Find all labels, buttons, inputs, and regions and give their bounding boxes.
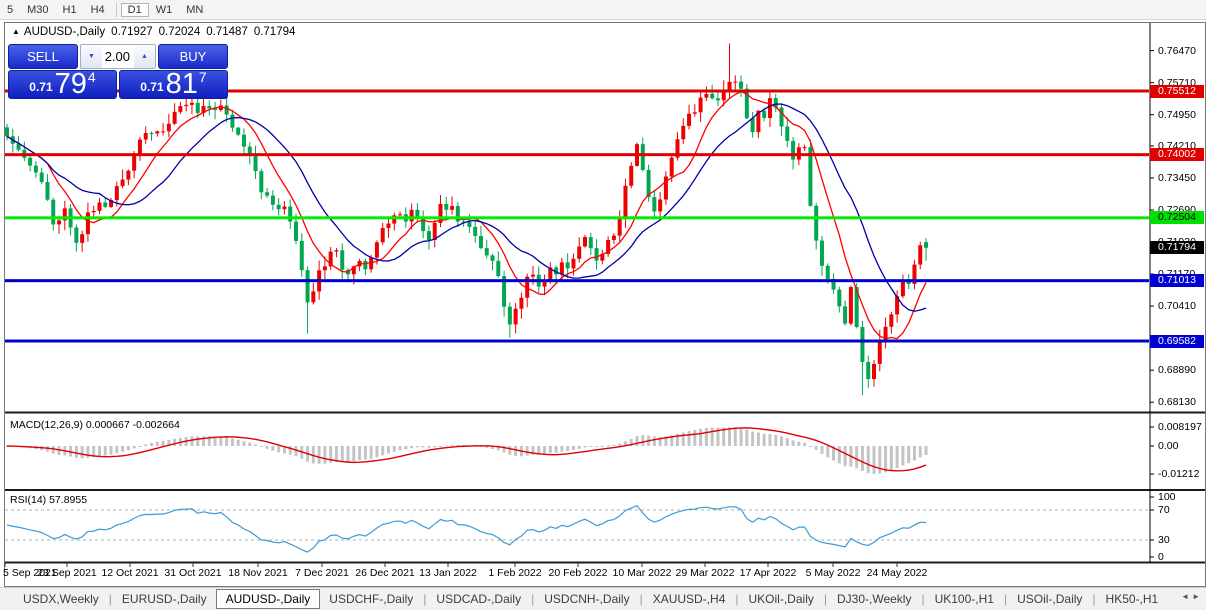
- tab-scroll-left-icon[interactable]: ◄: [1181, 592, 1192, 601]
- buy-price-prefix: 0.71: [140, 80, 164, 94]
- chart-tab-dj30-weekly[interactable]: DJ30-,Weekly: [828, 590, 920, 608]
- trading-terminal: 5 M30 H1 H4 D1 W1 MN ▲ AUDUSD-,Daily 0.71927 0.72…: [0, 0, 1206, 610]
- chart-tab-usdx-weekly[interactable]: USDX,Weekly: [14, 590, 108, 608]
- chart-ohlc-header: ▲ AUDUSD-,Daily 0.71927 0.72024 0.71487 0.717…: [12, 26, 301, 38]
- tab-separator: |: [531, 592, 535, 606]
- chevron-down-icon: ▼: [88, 53, 95, 60]
- buy-price-big: 81: [165, 68, 198, 100]
- tab-separator: |: [823, 592, 827, 606]
- chart-tab-eurusd-daily[interactable]: EURUSD-,Daily: [113, 590, 216, 608]
- tab-separator: |: [423, 592, 427, 606]
- chart-tab-hk50-h1[interactable]: HK50-,H1: [1097, 590, 1168, 608]
- volume-stepper: ▼ 2.00 ▲: [80, 44, 156, 69]
- tab-separator: |: [1003, 592, 1008, 606]
- chart-tab-usoil-daily[interactable]: USOil-,Daily: [1008, 590, 1091, 608]
- tab-separator: |: [1092, 592, 1096, 606]
- low-value: 0.71487: [206, 26, 248, 38]
- sell-button[interactable]: SELL: [8, 44, 78, 69]
- chart-tab-xauusd-h4[interactable]: XAUUSD-,H4: [644, 590, 735, 608]
- buy-button[interactable]: BUY: [158, 44, 228, 69]
- high-value: 0.72024: [158, 26, 201, 38]
- chart-tab-ukoil-daily[interactable]: UKOil-,Daily: [740, 590, 823, 608]
- tab-scroll-right-icon[interactable]: ►: [1192, 592, 1203, 601]
- tab-separator: |: [639, 592, 643, 606]
- chevron-up-icon: ▲: [141, 53, 148, 60]
- sell-price-big: 79: [54, 68, 87, 100]
- sell-price-display[interactable]: 0.71 79 4: [8, 68, 117, 100]
- volume-decrease-button[interactable]: ▼: [81, 45, 102, 68]
- sell-price-pipette: 4: [87, 69, 96, 85]
- tab-nav-arrows: ◄►: [1181, 592, 1203, 601]
- chart-tab-usdcnh-daily[interactable]: USDCNH-,Daily: [535, 590, 638, 608]
- buy-price-display[interactable]: 0.71 81 7: [119, 68, 228, 100]
- volume-field[interactable]: 2.00: [102, 45, 134, 68]
- macd-indicator-label: MACD(12,26,9) 0.000667 -0.002664: [10, 419, 180, 431]
- one-click-trading-panel: SELL ▼ 2.00 ▲ BUY 0.71 79 4 0.71 81 7: [8, 44, 228, 99]
- sell-price-prefix: 0.71: [29, 80, 53, 94]
- symbol-tab-bar: USDX,Weekly | EURUSD-,Daily AUDUSD-,Daily US…: [0, 587, 1206, 610]
- tab-separator: |: [921, 592, 925, 606]
- chart-tab-usdcad-daily[interactable]: USDCAD-,Daily: [427, 590, 530, 608]
- chart-tab-usdchf-daily[interactable]: USDCHF-,Daily: [320, 590, 422, 608]
- close-value: 0.71794: [253, 26, 296, 38]
- tab-separator: |: [108, 592, 112, 606]
- volume-increase-button[interactable]: ▲: [134, 45, 155, 68]
- buy-price-pipette: 7: [198, 69, 207, 85]
- tab-separator: |: [735, 592, 739, 606]
- chart-tab-audusd-daily[interactable]: AUDUSD-,Daily: [215, 589, 321, 609]
- up-triangle-icon: ▲: [12, 27, 20, 36]
- open-value: 0.71927: [111, 26, 153, 38]
- rsi-indicator-label: RSI(14) 57.8955: [10, 494, 88, 506]
- chart-tab-uk100-h1[interactable]: UK100-,H1: [926, 590, 1003, 608]
- symbol-label: AUDUSD-,Daily: [23, 26, 106, 38]
